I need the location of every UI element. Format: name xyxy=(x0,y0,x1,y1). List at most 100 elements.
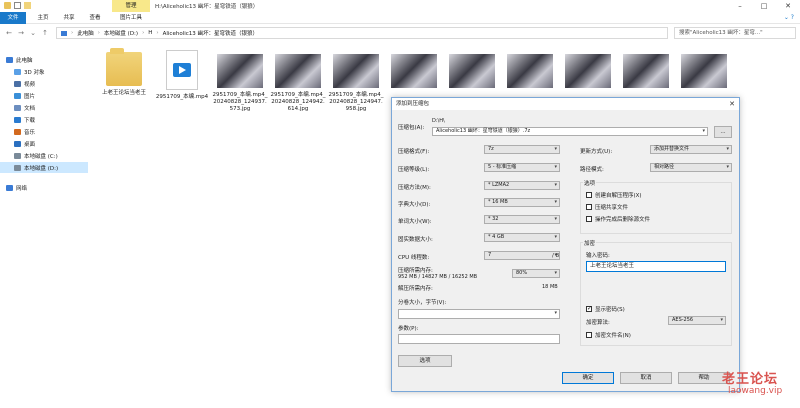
path-mode-select[interactable]: 相对路径 ▾ xyxy=(650,163,732,172)
file-item-folder[interactable]: 上老王论坛当老王 xyxy=(96,48,152,97)
context-tab-manage[interactable]: 管理 xyxy=(112,0,150,12)
tab-view[interactable]: 查看 xyxy=(84,12,106,24)
password-input[interactable]: 上老王论坛当老王 xyxy=(586,261,726,272)
memory-percent-select[interactable]: 80% ▾ xyxy=(512,269,560,278)
search-input[interactable]: 搜索"Aliceholic13 幽坏：星穹..." xyxy=(674,27,796,39)
tab-home[interactable]: 主页 xyxy=(32,12,54,24)
tab-picture-tools[interactable]: 图片工具 xyxy=(113,12,149,24)
update-mode-select[interactable]: 添加并替换文件 ▾ xyxy=(650,145,732,154)
file-item-jpg[interactable] xyxy=(386,50,442,88)
breadcrumb-this-pc[interactable]: 此电脑 xyxy=(77,29,94,37)
sidebar-item-videos[interactable]: 视频 xyxy=(0,78,88,89)
method-label: 压缩方法(M): xyxy=(398,185,431,191)
checkbox-icon xyxy=(586,216,592,222)
minimize-icon[interactable]: – xyxy=(728,0,752,12)
document-icon xyxy=(14,104,21,111)
compress-shared-checkbox[interactable]: 压缩共享文件 xyxy=(586,203,628,211)
image-thumbnail xyxy=(507,54,553,88)
encrypt-filenames-checkbox[interactable]: 加密文件名(N) xyxy=(586,331,631,339)
file-name: 2951709_本编.mp4 xyxy=(155,94,209,100)
browse-button[interactable]: ... xyxy=(714,126,732,138)
breadcrumb-drive-d[interactable]: 本地磁盘 (D:) xyxy=(104,29,138,37)
download-icon xyxy=(14,116,21,123)
checkbox-checked-icon xyxy=(586,305,592,312)
file-item-jpg[interactable] xyxy=(676,50,732,88)
solid-size-label: 固实数据大小: xyxy=(398,237,433,243)
close-icon[interactable]: ✕ xyxy=(729,98,735,110)
breadcrumb-h[interactable]: H xyxy=(148,30,152,36)
sidebar-item-pictures[interactable]: 图片 xyxy=(0,90,88,101)
word-size-select[interactable]: * 32 ▾ xyxy=(484,215,560,224)
create-sfx-checkbox[interactable]: 创建自解压程序(X) xyxy=(586,191,642,199)
folder-icon xyxy=(106,48,142,86)
folder-icon xyxy=(4,2,11,9)
parameters-input[interactable] xyxy=(398,334,560,344)
sidebar-item-desktop[interactable]: 桌面 xyxy=(0,138,88,149)
sidebar-item-drive-c[interactable]: 本地磁盘 (C:) xyxy=(0,150,88,161)
recent-locations-icon[interactable]: ⌄ xyxy=(28,28,38,38)
file-item-jpg[interactable]: 2951709_本编.mp4_20240828_124937.573.jpg xyxy=(212,50,268,113)
format-select[interactable]: 7z ▾ xyxy=(484,145,560,154)
this-pc-icon xyxy=(61,30,67,36)
image-thumbnail xyxy=(681,54,727,88)
solid-size-select[interactable]: * 4 GB ▾ xyxy=(484,233,560,242)
word-size-label: 单词大小(W): xyxy=(398,219,432,225)
sidebar-item-drive-d[interactable]: 本地磁盘 (D:) xyxy=(0,162,88,173)
navigation-pane: 此电脑 3D 对象 视频 图片 文档 下载 音乐 桌面 本地磁盘 (C:) 本地… xyxy=(0,44,88,384)
sidebar-item-network[interactable]: 网络 xyxy=(0,182,88,193)
sidebar-item-3d-objects[interactable]: 3D 对象 xyxy=(0,66,88,77)
back-icon[interactable]: ← xyxy=(4,28,14,38)
add-to-archive-dialog: 添加到压缩包 ✕ 压缩包(A): D:\H\ Aliceholic13 幽坏：星… xyxy=(391,97,740,392)
file-item-jpg[interactable] xyxy=(444,50,500,88)
sidebar-item-documents[interactable]: 文档 xyxy=(0,102,88,113)
image-thumbnail xyxy=(565,54,611,88)
close-icon[interactable]: ✕ xyxy=(776,0,800,12)
image-thumbnail xyxy=(449,54,495,88)
method-select[interactable]: * LZMA2 ▾ xyxy=(484,181,560,190)
file-item-jpg[interactable]: 2951709_本编.mp4_20240828_124942.614.jpg xyxy=(270,50,326,113)
encryption-method-label: 加密算法: xyxy=(586,320,610,326)
file-item-jpg[interactable]: 2951709_本编.mp4_20240828_124947.958.jpg xyxy=(328,50,384,113)
forward-icon[interactable]: → xyxy=(16,28,26,38)
checkbox-icon xyxy=(586,192,592,198)
up-icon[interactable]: ↑ xyxy=(40,28,50,38)
watermark-url: laowang.vip xyxy=(728,386,783,396)
dictionary-select[interactable]: * 16 MB ▾ xyxy=(484,198,560,207)
encryption-method-select[interactable]: AES-256 ▾ xyxy=(668,316,726,325)
threads-select[interactable]: 7 ▾ xyxy=(484,251,560,260)
image-thumbnail xyxy=(391,54,437,88)
archive-directory: D:\H\ xyxy=(432,118,445,124)
watermark-text: 老王论坛 xyxy=(722,372,779,387)
tab-file[interactable]: 文件 xyxy=(0,12,26,24)
sidebar-item-music[interactable]: 音乐 xyxy=(0,126,88,137)
show-password-checkbox[interactable]: 显示密码(S) xyxy=(586,305,625,313)
checkbox-icon xyxy=(586,204,592,210)
video-icon xyxy=(14,80,21,87)
tab-share[interactable]: 共享 xyxy=(58,12,80,24)
file-item-jpg[interactable] xyxy=(560,50,616,88)
delete-after-checkbox[interactable]: 操作完成后删除源文件 xyxy=(586,215,650,223)
sidebar-item-this-pc[interactable]: 此电脑 xyxy=(0,54,88,65)
properties-icon[interactable] xyxy=(14,2,21,9)
desktop-icon xyxy=(14,140,21,147)
file-item-jpg[interactable] xyxy=(502,50,558,88)
level-select[interactable]: 5 - 标准压缩 ▾ xyxy=(484,163,560,172)
parameters-label: 参数(P): xyxy=(398,326,419,332)
cancel-button[interactable]: 取消 xyxy=(620,372,672,384)
options-button[interactable]: 选项 xyxy=(398,355,452,367)
file-item-jpg[interactable] xyxy=(618,50,674,88)
breadcrumb-current-folder[interactable]: Aliceholic13 幽坏：星穹铁道（银狼） xyxy=(163,29,258,37)
ribbon-expand-icon[interactable]: ⌄ ? xyxy=(784,14,794,21)
sidebar-item-downloads[interactable]: 下载 xyxy=(0,114,88,125)
file-name: 上老王论坛当老王 xyxy=(101,90,146,96)
checkbox-icon xyxy=(586,332,592,338)
ok-button[interactable]: 确定 xyxy=(562,372,614,384)
file-item-mp4[interactable]: 2951709_本编.mp4 xyxy=(154,50,210,101)
maximize-icon[interactable]: □ xyxy=(752,0,776,12)
archive-path-combo[interactable]: Aliceholic13 幽坏：星穹铁道（银狼）.7z ▾ xyxy=(432,127,708,136)
split-volume-combo[interactable]: ▾ xyxy=(398,309,560,319)
new-folder-icon[interactable] xyxy=(24,2,31,9)
address-bar[interactable]: › 此电脑 › 本地磁盘 (D:) › H › Aliceholic13 幽坏：… xyxy=(56,27,668,39)
memory-decompress-label: 解压所需内存: xyxy=(398,286,433,292)
level-label: 压缩等级(L): xyxy=(398,167,430,173)
